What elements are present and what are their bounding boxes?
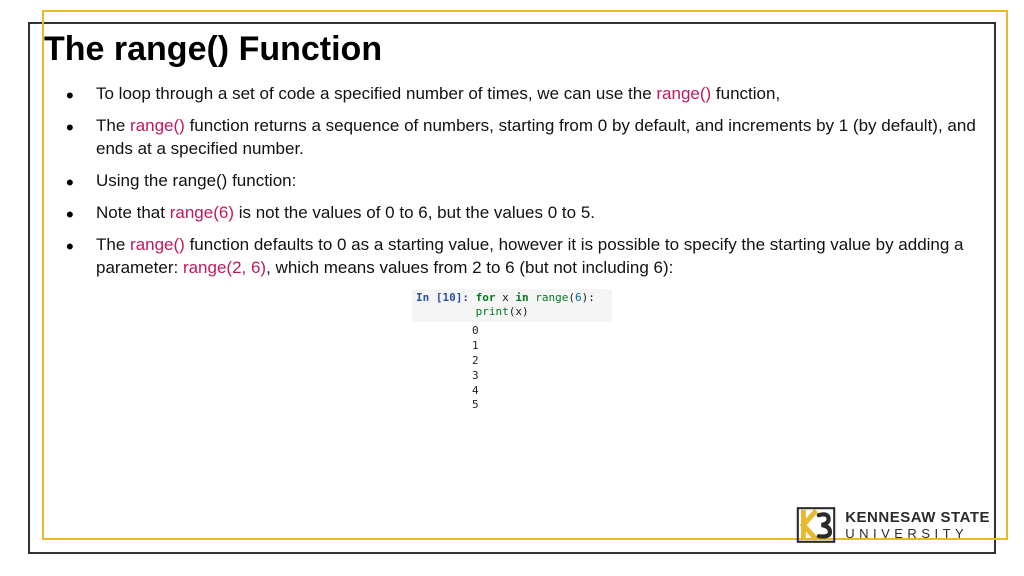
list-item: The range() function returns a sequence … [66,115,980,161]
text: Using the range() function: [96,171,296,190]
list-item: Using the range() function: [66,170,980,193]
code-keyword: in [515,291,528,304]
code-text: ( [568,291,575,304]
in-prompt: In [10]: [416,291,469,304]
code-function: range [529,291,569,304]
code-function: print [476,305,509,318]
logo-line2: UNIVERSITY [845,527,990,540]
list-item: To loop through a set of code a specifie… [66,83,980,106]
code-output: 0 1 2 3 4 5 [412,322,612,413]
slide-title: The range() Function [44,30,980,69]
logo-line1: KENNESAW STATE [845,510,990,525]
slide-content: The range() Function To loop through a s… [44,30,980,413]
highlight: range() [656,84,711,103]
text: The [96,116,130,135]
highlight: range() [130,116,185,135]
code-text: x [495,291,515,304]
text: , which means values from 2 to 6 (but no… [266,258,673,277]
bullet-list: To loop through a set of code a specifie… [44,83,980,280]
text: function, [711,84,780,103]
university-logo: KENNESAW STATE UNIVERSITY [795,504,990,546]
highlight: range(6) [170,203,234,222]
code-text: ): [582,291,595,304]
code-text: (x) [509,305,529,318]
highlight: range(2, 6) [183,258,266,277]
ks-logo-icon [795,504,837,546]
text: To loop through a set of code a specifie… [96,84,656,103]
list-item: The range() function defaults to 0 as a … [66,234,980,280]
text: function returns a sequence of numbers, … [96,116,976,158]
code-indent [416,305,476,318]
code-input: In [10]: for x in range(6): print(x) [412,289,612,323]
text: is not the values of 0 to 6, but the val… [234,203,595,222]
logo-text: KENNESAW STATE UNIVERSITY [845,510,990,540]
list-item: Note that range(6) is not the values of … [66,202,980,225]
text: Note that [96,203,170,222]
text: The [96,235,130,254]
code-keyword: for [476,291,496,304]
code-number: 6 [575,291,582,304]
highlight: range() [130,235,185,254]
code-example: In [10]: for x in range(6): print(x) 0 1… [412,289,612,414]
